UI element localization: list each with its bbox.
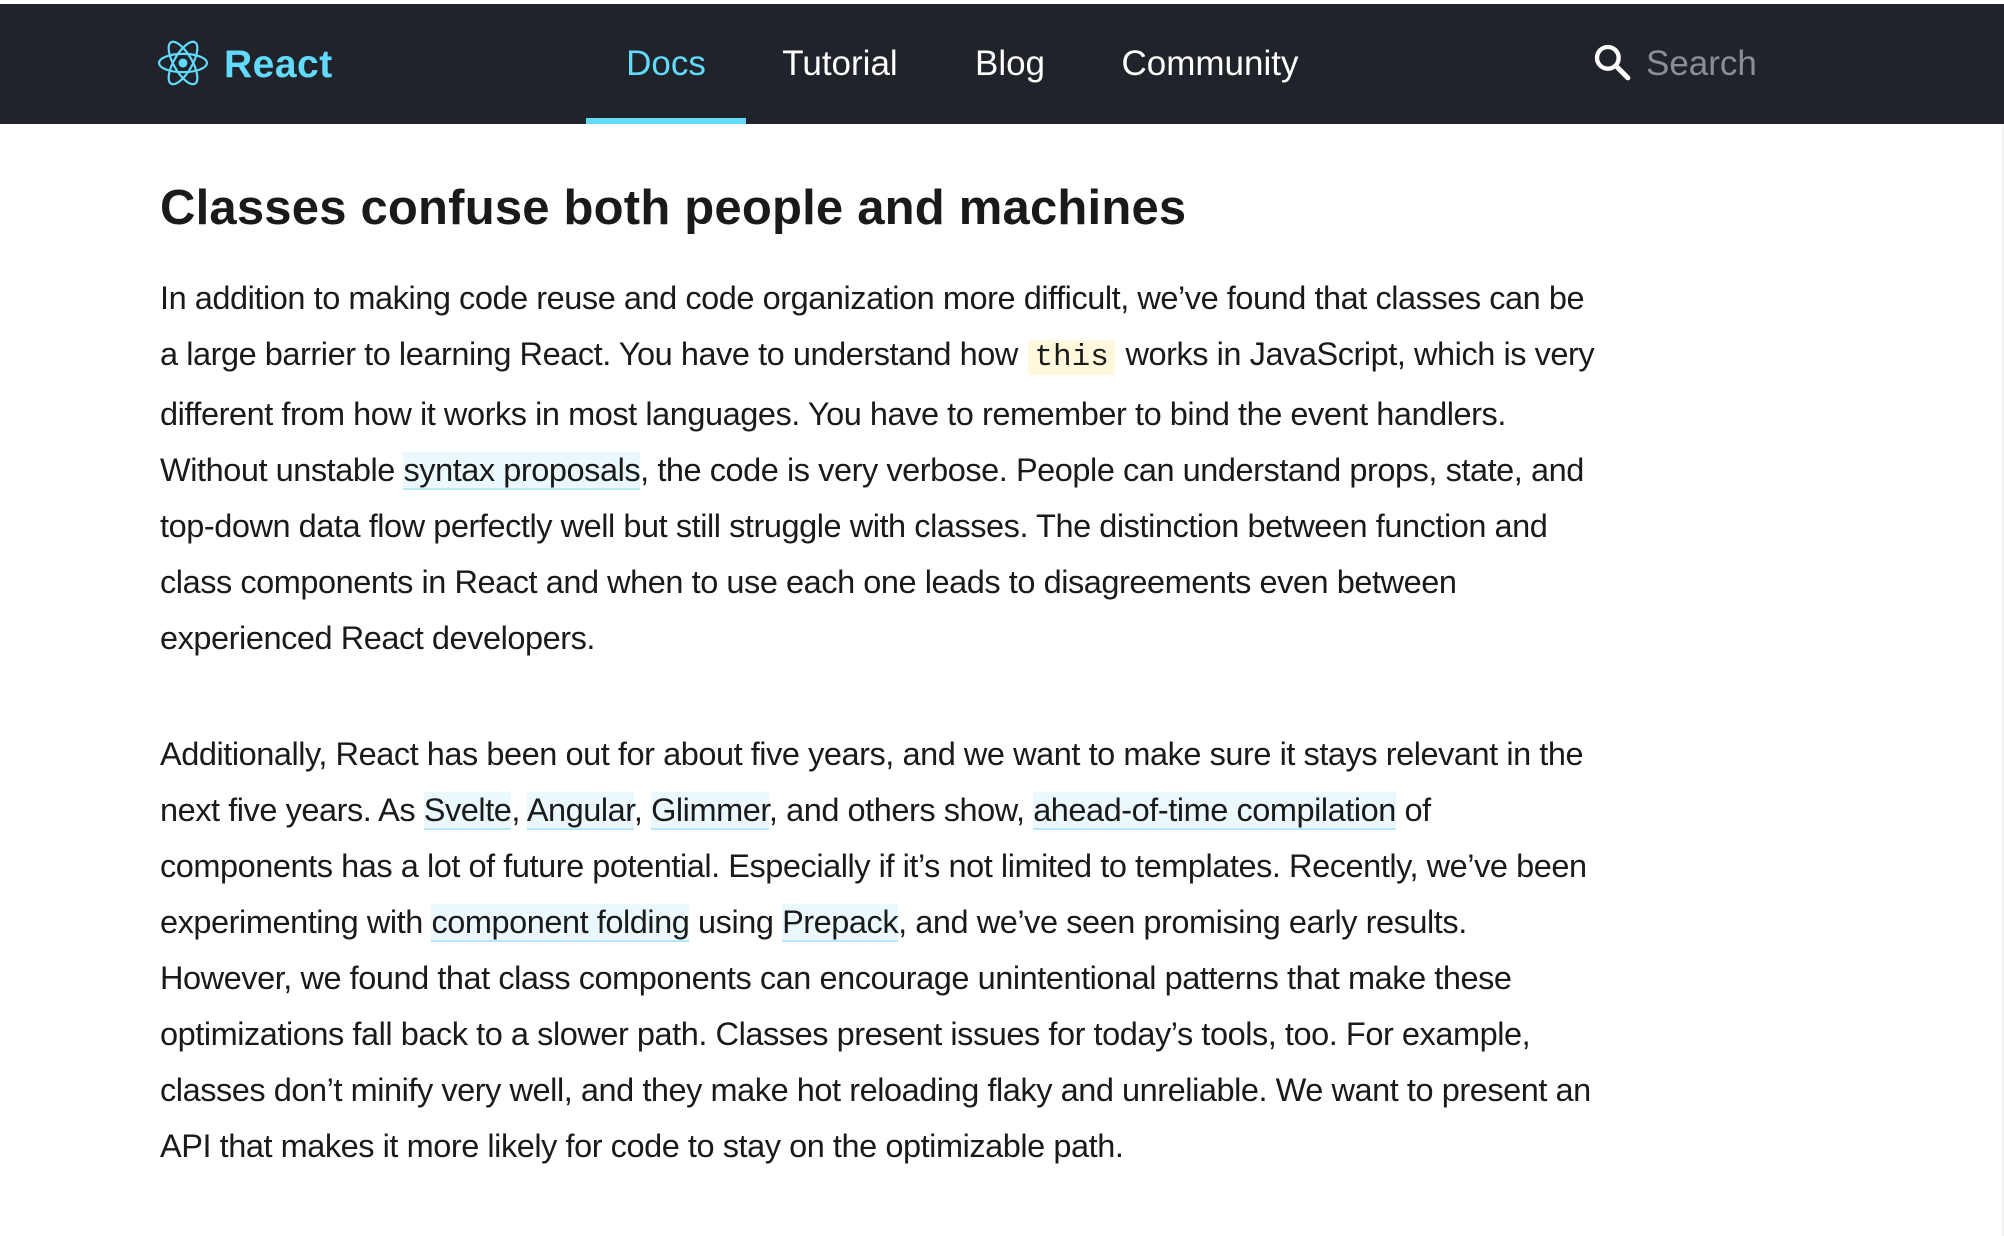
nav-tutorial[interactable]: Tutorial xyxy=(770,4,910,124)
p2-comma-2: , xyxy=(633,792,643,828)
nav-community[interactable]: Community xyxy=(1108,4,1312,124)
paragraph-2: Additionally, React has been out for abo… xyxy=(160,726,1600,1174)
search-input[interactable] xyxy=(1646,39,1906,89)
search-icon[interactable] xyxy=(1592,42,1632,87)
link-component-folding[interactable]: component folding xyxy=(431,904,690,942)
link-ahead-of-time-compilation[interactable]: ahead-of-time compilation xyxy=(1033,792,1396,830)
link-angular[interactable]: Angular xyxy=(526,792,634,830)
nav-tutorial-label: Tutorial xyxy=(782,44,898,83)
top-navbar: React Docs Tutorial Blog Community xyxy=(0,4,2004,124)
link-svelte[interactable]: Svelte xyxy=(423,792,512,830)
nav-blog-label: Blog xyxy=(974,44,1046,83)
react-atom-icon xyxy=(158,38,208,93)
react-logo-link[interactable]: React xyxy=(158,40,333,90)
link-prepack[interactable]: Prepack xyxy=(782,904,899,942)
paragraph-1: In addition to making code reuse and cod… xyxy=(160,270,1600,666)
link-glimmer[interactable]: Glimmer xyxy=(651,792,769,830)
nav-blog[interactable]: Blog xyxy=(960,4,1060,124)
nav-community-label: Community xyxy=(1121,44,1299,83)
article-content: Classes confuse both people and machines… xyxy=(160,124,1600,1174)
link-syntax-proposals[interactable]: syntax proposals xyxy=(403,452,641,490)
p2-comma-1: , xyxy=(511,792,521,828)
inline-code-this: this xyxy=(1028,340,1115,375)
p2-text-4: using xyxy=(698,904,774,940)
nav-docs[interactable]: Docs xyxy=(586,4,746,124)
nav-docs-label: Docs xyxy=(626,44,706,83)
logo-text: React xyxy=(224,43,333,86)
p2-text-5: , and we’ve seen promising early results… xyxy=(160,904,1591,1164)
p2-text-2: , and others show, xyxy=(768,792,1025,828)
search-box xyxy=(1592,34,1906,94)
section-heading: Classes confuse both people and machines xyxy=(160,181,1187,235)
